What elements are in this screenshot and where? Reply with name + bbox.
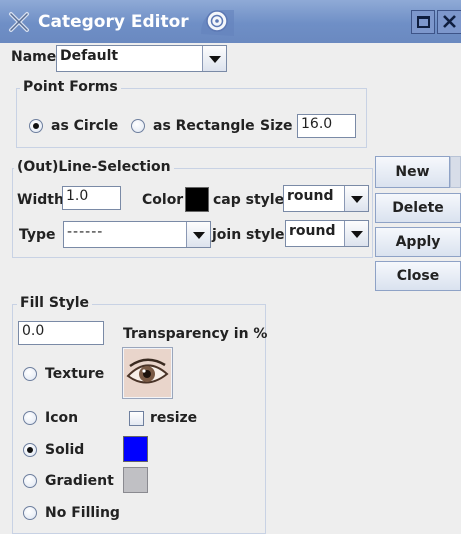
type-value: ------	[67, 224, 104, 240]
new-button[interactable]: New	[375, 156, 450, 188]
cap-style-value: round	[287, 188, 334, 204]
gradient-radio[interactable]	[23, 474, 37, 488]
name-label: Name	[11, 49, 57, 65]
fill-style-legend: Fill Style	[17, 295, 93, 311]
button-panel-edge	[450, 156, 461, 188]
size-label: Size	[260, 118, 293, 134]
chevron-down-icon[interactable]	[344, 221, 368, 246]
join-style-combobox[interactable]: round	[285, 220, 369, 247]
solid-label[interactable]: Solid	[45, 442, 84, 458]
solid-color-swatch[interactable]	[123, 436, 148, 462]
no-filling-label[interactable]: No Filling	[45, 505, 120, 521]
rectangle-radio-label[interactable]: as Rectangle	[153, 118, 255, 134]
circle-radio[interactable]	[29, 119, 43, 133]
transparency-field[interactable]: 0.0	[18, 321, 104, 345]
gradient-color-swatch[interactable]	[123, 467, 148, 493]
texture-eye-icon[interactable]	[122, 347, 173, 399]
size-field[interactable]: 16.0	[297, 114, 356, 138]
transparency-label: Transparency in %	[123, 326, 268, 342]
type-label: Type	[19, 227, 56, 243]
window-title: Category Editor	[38, 12, 189, 32]
line-color-swatch[interactable]	[185, 187, 209, 212]
texture-label[interactable]: Texture	[45, 366, 104, 382]
delete-button[interactable]: Delete	[375, 193, 461, 223]
join-style-value: round	[289, 223, 336, 239]
type-combobox[interactable]: ------	[63, 221, 211, 248]
cap-style-label: cap style	[213, 192, 285, 208]
texture-radio[interactable]	[23, 367, 37, 381]
chevron-down-icon[interactable]	[202, 46, 226, 71]
apply-button[interactable]: Apply	[375, 227, 461, 257]
resize-label[interactable]: resize	[150, 410, 197, 426]
maximize-icon[interactable]	[411, 10, 435, 34]
close-icon[interactable]	[437, 10, 461, 34]
name-combobox[interactable]: Default	[56, 45, 227, 72]
rectangle-radio[interactable]	[131, 119, 145, 133]
width-label: Width	[17, 192, 64, 208]
join-style-label: join style	[212, 227, 285, 243]
solid-radio[interactable]	[23, 443, 37, 457]
no-filling-radio[interactable]	[23, 506, 37, 520]
resize-checkbox[interactable]	[129, 411, 144, 426]
close-button[interactable]: Close	[375, 261, 461, 291]
gradient-label[interactable]: Gradient	[45, 473, 114, 489]
circle-radio-label[interactable]: as Circle	[51, 118, 118, 134]
app-icon	[8, 11, 30, 33]
color-label: Color	[142, 192, 184, 208]
swirl-icon[interactable]	[198, 8, 234, 36]
chevron-down-icon[interactable]	[186, 222, 210, 247]
cap-style-combobox[interactable]: round	[283, 185, 369, 212]
point-forms-legend: Point Forms	[20, 79, 121, 95]
icon-radio[interactable]	[23, 411, 37, 425]
icon-label[interactable]: Icon	[45, 410, 78, 426]
line-selection-legend: (Out)Line-Selection	[14, 159, 174, 175]
title-bar[interactable]: Category Editor	[0, 0, 461, 43]
chevron-down-icon[interactable]	[344, 186, 368, 211]
width-field[interactable]: 1.0	[62, 186, 121, 210]
name-combobox-value: Default	[60, 48, 119, 64]
